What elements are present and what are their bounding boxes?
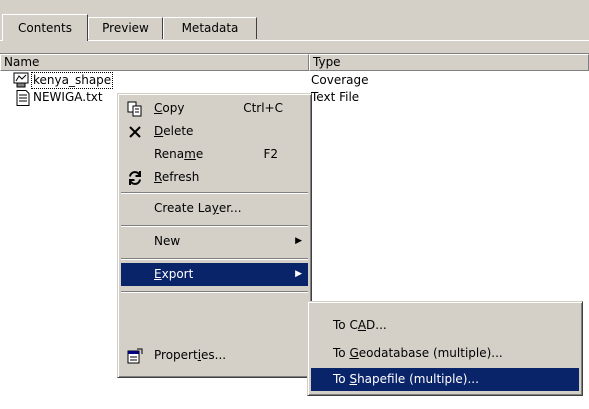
menu-item-copy-label: Copy <box>154 101 185 115</box>
menu-item-rename-label: Rename <box>154 147 204 161</box>
submenu-item-to-cad-label: To CAD... <box>333 318 387 332</box>
delete-icon <box>129 126 141 138</box>
menu-item-export-label: Export <box>154 267 194 281</box>
menu-item-create-layer[interactable]: Create Layer... <box>121 197 308 220</box>
tab-metadata-label: Metadata <box>181 21 239 35</box>
menu-separator <box>121 291 308 293</box>
submenu-arrow-icon: ▶ <box>295 236 302 246</box>
menu-item-refresh[interactable]: Refresh <box>121 166 308 189</box>
submenu-item-to-shapefile[interactable]: To Shapefile (multiple)... <box>311 368 579 391</box>
menu-item-refresh-label: Refresh <box>154 170 200 184</box>
menu-item-properties[interactable]: Properties... <box>121 344 308 367</box>
menu-item-rename[interactable]: Rename F2 <box>121 143 308 166</box>
refresh-icon <box>129 171 141 185</box>
menu-item-create-layer-label: Create Layer... <box>154 201 242 215</box>
menu-item-properties-label: Properties... <box>154 348 227 362</box>
menu-item-new[interactable]: New ▶ <box>121 230 308 253</box>
tab-panel-border <box>0 40 589 52</box>
tab-contents[interactable]: Contents <box>2 14 88 41</box>
copy-shortcut: Ctrl+C <box>243 101 283 115</box>
column-header-type-label: Type <box>313 55 341 69</box>
tab-contents-label: Contents <box>18 21 72 35</box>
submenu-item-to-cad[interactable]: To CAD... <box>311 314 579 337</box>
menu-item-export[interactable]: Export ▶ <box>121 263 308 286</box>
window-top-edge <box>0 0 589 3</box>
list-item[interactable]: kenya_shape <box>0 72 309 89</box>
text-file-icon <box>16 90 30 106</box>
list-item-name: NEWIGA.txt <box>33 90 103 104</box>
list-item-name: kenya_shape <box>31 72 114 89</box>
properties-icon <box>127 348 143 364</box>
menu-separator <box>121 258 308 260</box>
menu-separator <box>121 192 308 194</box>
menu-item-copy[interactable]: Copy Ctrl+C <box>121 97 308 120</box>
copy-icon <box>127 101 142 117</box>
tab-metadata[interactable]: Metadata <box>163 17 257 39</box>
coverage-icon <box>13 72 29 88</box>
menu-item-new-label: New <box>154 234 181 248</box>
submenu-item-to-shapefile-label: To Shapefile (multiple)... <box>333 372 479 386</box>
tab-preview[interactable]: Preview <box>88 17 163 39</box>
menu-item-delete-label: Delete <box>154 124 194 138</box>
tab-preview-label: Preview <box>102 21 149 35</box>
rename-shortcut: F2 <box>263 147 278 161</box>
context-menu: Copy Ctrl+C Delete Rename F2 Refresh Cre… <box>117 93 312 378</box>
column-header-name[interactable]: Name <box>0 54 309 71</box>
menu-separator <box>121 225 308 227</box>
list-item-type: Text File <box>311 90 360 104</box>
submenu-item-to-geodatabase-label: To Geodatabase (multiple)... <box>333 346 503 360</box>
column-header-type[interactable]: Type <box>309 54 589 71</box>
column-header-name-label: Name <box>4 55 40 69</box>
list-item-type: Coverage <box>311 73 369 87</box>
submenu-item-to-geodatabase[interactable]: To Geodatabase (multiple)... <box>311 342 579 365</box>
menu-item-delete[interactable]: Delete <box>121 120 308 143</box>
export-submenu: To CAD... To Geodatabase (multiple)... T… <box>307 301 583 396</box>
submenu-arrow-icon: ▶ <box>295 269 302 279</box>
